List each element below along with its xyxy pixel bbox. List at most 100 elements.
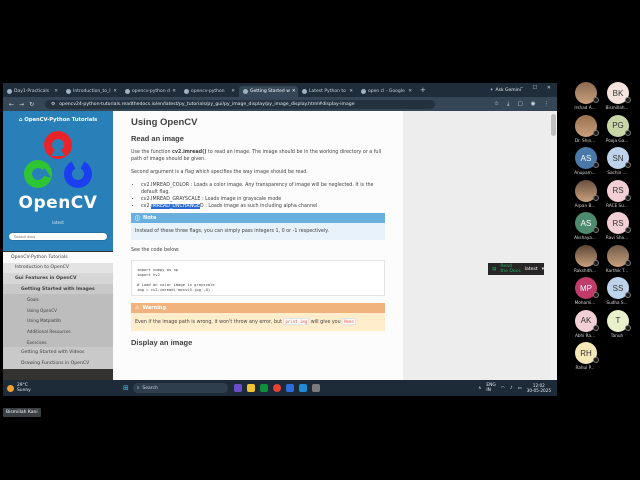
chevron-up-icon[interactable]: ∧ bbox=[478, 386, 481, 391]
next-section-heading: Display an image bbox=[131, 338, 193, 347]
download-icon[interactable]: ⤓ bbox=[507, 101, 509, 108]
browser-tab[interactable]: Latest Python to ✕ bbox=[298, 86, 357, 97]
favicon-icon bbox=[66, 89, 71, 94]
participant-name: Sudha S... bbox=[606, 300, 628, 305]
participant-tile[interactable]: BK Bismillah... bbox=[597, 82, 637, 118]
readthedocs-badge[interactable]: ▤ Read the Docs latest ▾ bbox=[488, 263, 544, 275]
participant-tile[interactable]: RS RACE Su... bbox=[597, 179, 637, 216]
sidebar-nav-item[interactable]: Drawing Functions in OpenCV bbox=[3, 357, 113, 369]
menu-icon[interactable]: ⋮ bbox=[544, 101, 550, 108]
close-tab-icon[interactable]: ✕ bbox=[231, 89, 235, 94]
mic-muted-icon bbox=[593, 357, 599, 363]
favicon-icon bbox=[243, 89, 248, 94]
tab-strip: Day1-Practicals ✕ Introduction_to_I ✕ opencv… bbox=[3, 83, 416, 97]
system-tray: ∧ ENG IN ◠ ♪ ▭ 12:02 30-05-2025 bbox=[478, 383, 557, 393]
reload-icon[interactable]: ↻ bbox=[29, 101, 34, 108]
sidebar-nav-item[interactable]: Using Matplotlib bbox=[3, 315, 113, 327]
selected-text[interactable]: IMREAD_UNCHANGE bbox=[151, 204, 201, 209]
home-icon: ⌂ bbox=[18, 117, 23, 123]
weather-widget[interactable]: 29°C Sunny bbox=[3, 383, 123, 393]
taskbar-apps bbox=[233, 384, 320, 392]
app-icon[interactable] bbox=[311, 384, 320, 392]
address-bar: ← → ↻ ⚙ opencv24-python-tutorials.readth… bbox=[3, 97, 557, 111]
paragraph-imread: Use the function cv2.imread() to read an… bbox=[131, 149, 385, 163]
store-icon[interactable] bbox=[298, 384, 307, 392]
close-tab-icon[interactable]: ✕ bbox=[349, 89, 353, 94]
forward-icon[interactable]: → bbox=[19, 101, 24, 108]
browser-tab[interactable]: Day1-Practicals ✕ bbox=[3, 86, 62, 97]
site-info-icon[interactable]: ⚙ bbox=[51, 102, 55, 107]
volume-icon[interactable]: ♪ bbox=[510, 386, 513, 391]
chrome-icon[interactable] bbox=[272, 384, 281, 392]
participant-name: Ravi Sha... bbox=[605, 235, 629, 240]
sidebar-nav-item[interactable]: Exercises bbox=[3, 336, 113, 348]
gemini-icon: ✦ bbox=[489, 87, 494, 93]
sidebar-nav-item[interactable]: OpenCV-Python Tutorials bbox=[3, 252, 113, 263]
profile-icon[interactable]: ◉ bbox=[531, 101, 536, 108]
language-indicator[interactable]: ENG IN bbox=[486, 383, 495, 393]
close-tab-icon[interactable]: ✕ bbox=[172, 89, 176, 94]
tab-label: Latest Python to bbox=[309, 89, 346, 94]
browser-tab[interactable]: open cl - Google ✕ bbox=[357, 86, 416, 97]
window-controls[interactable]: – ☐ ✕ bbox=[521, 85, 555, 91]
participant-tile[interactable]: RH Rahul P... bbox=[565, 342, 605, 378]
close-tab-icon[interactable]: ✕ bbox=[408, 89, 412, 94]
sidebar-brand-label: OpenCV-Python Tutorials bbox=[24, 117, 98, 123]
new-tab-button[interactable]: + bbox=[416, 86, 430, 94]
docs-sidebar: ⌂ OpenCV-Python Tutorials OpenCV latest … bbox=[3, 111, 113, 380]
participant-tile[interactable]: Karthik T... bbox=[597, 244, 637, 281]
sidebar-nav-item[interactable]: Goals bbox=[3, 294, 113, 305]
edge-icon[interactable] bbox=[285, 384, 294, 392]
close-tab-icon[interactable]: ✕ bbox=[292, 89, 296, 94]
sidebar-nav-item[interactable]: Using OpenCV bbox=[3, 304, 113, 316]
search-icon: ⌕ bbox=[136, 386, 140, 391]
bookmark-star-icon[interactable]: ☆ bbox=[494, 101, 499, 108]
task-view-icon[interactable] bbox=[233, 384, 242, 392]
meet-app-icon[interactable] bbox=[259, 384, 268, 392]
lang-region: IN bbox=[486, 388, 491, 393]
sidebar-nav-item[interactable]: Introduction to OpenCV bbox=[3, 262, 113, 274]
list-item: cv2.IMREAD_UNCHANGED : Loads image as su… bbox=[141, 203, 385, 210]
tab-label: Introduction_to_I bbox=[73, 89, 111, 94]
participant-name: Pooja Ga... bbox=[605, 137, 629, 143]
back-icon[interactable]: ← bbox=[9, 101, 14, 108]
url-field[interactable]: ⚙ opencv24-python-tutorials.readthedocs.… bbox=[45, 99, 436, 109]
page-scrollbar[interactable] bbox=[550, 111, 557, 380]
participant-tile[interactable]: RS Ravi Sha... bbox=[597, 212, 637, 248]
sidebar-nav-item[interactable]: Gui Features in OpenCV bbox=[3, 273, 113, 284]
favicon-icon bbox=[302, 89, 307, 94]
text: cv2. bbox=[141, 204, 152, 209]
browser-window: Day1-Practicals ✕ Introduction_to_I ✕ opencv… bbox=[3, 83, 557, 380]
warning-title: ⚠ Warning bbox=[131, 303, 385, 313]
sidebar-brand-link[interactable]: ⌂ OpenCV-Python Tutorials bbox=[3, 117, 113, 123]
browser-tab[interactable]: Introduction_to_I ✕ bbox=[62, 86, 121, 97]
participant-tile[interactable]: SS Sudha S... bbox=[597, 277, 637, 313]
extensions-icon[interactable]: ▢ bbox=[517, 101, 522, 108]
taskbar-search[interactable]: ⌕ Search bbox=[132, 383, 228, 393]
ask-gemini-button[interactable]: ✦ Ask Gemini bbox=[490, 88, 521, 93]
browser-tab[interactable]: opencv-python ✕ bbox=[180, 86, 239, 97]
clock[interactable]: 12:02 30-05-2025 bbox=[527, 383, 551, 393]
sidebar-nav-item[interactable]: Additional Resources bbox=[3, 326, 113, 337]
code-block[interactable]: import numpy as np import cv2 # Load an … bbox=[131, 260, 385, 296]
wifi-icon[interactable]: ◠ bbox=[501, 386, 505, 391]
windows-start-icon[interactable]: ⊞ bbox=[123, 384, 129, 392]
participant-tile[interactable]: T Tanuh bbox=[597, 309, 637, 346]
subsection-heading: Read an image bbox=[131, 134, 184, 143]
close-tab-icon[interactable]: ✕ bbox=[54, 89, 58, 94]
text: will give you bbox=[309, 320, 343, 325]
browser-tab[interactable]: opencv-python d ✕ bbox=[121, 86, 180, 97]
battery-icon[interactable]: ▭ bbox=[518, 386, 522, 391]
close-tab-icon[interactable]: ✕ bbox=[113, 89, 117, 94]
browser-tab[interactable]: Getting Started w ✕ bbox=[239, 86, 298, 97]
sidebar-nav-item[interactable]: Getting Started with Images bbox=[3, 283, 113, 295]
sidebar-nav-item[interactable]: Getting Started with Videos bbox=[3, 347, 113, 358]
file-explorer-icon[interactable] bbox=[246, 384, 255, 392]
doc-content: Using OpenCV Read an image Use the funct… bbox=[113, 111, 403, 380]
inline-code: None bbox=[342, 318, 356, 325]
scrollbar-thumb[interactable] bbox=[551, 114, 556, 136]
search-docs-input[interactable] bbox=[8, 232, 108, 241]
rtd-label: Read the Docs bbox=[500, 264, 521, 274]
participant-tile[interactable]: PG Pooja Ga... bbox=[597, 114, 637, 151]
participant-tile[interactable]: SN Sachin ... bbox=[597, 147, 637, 183]
